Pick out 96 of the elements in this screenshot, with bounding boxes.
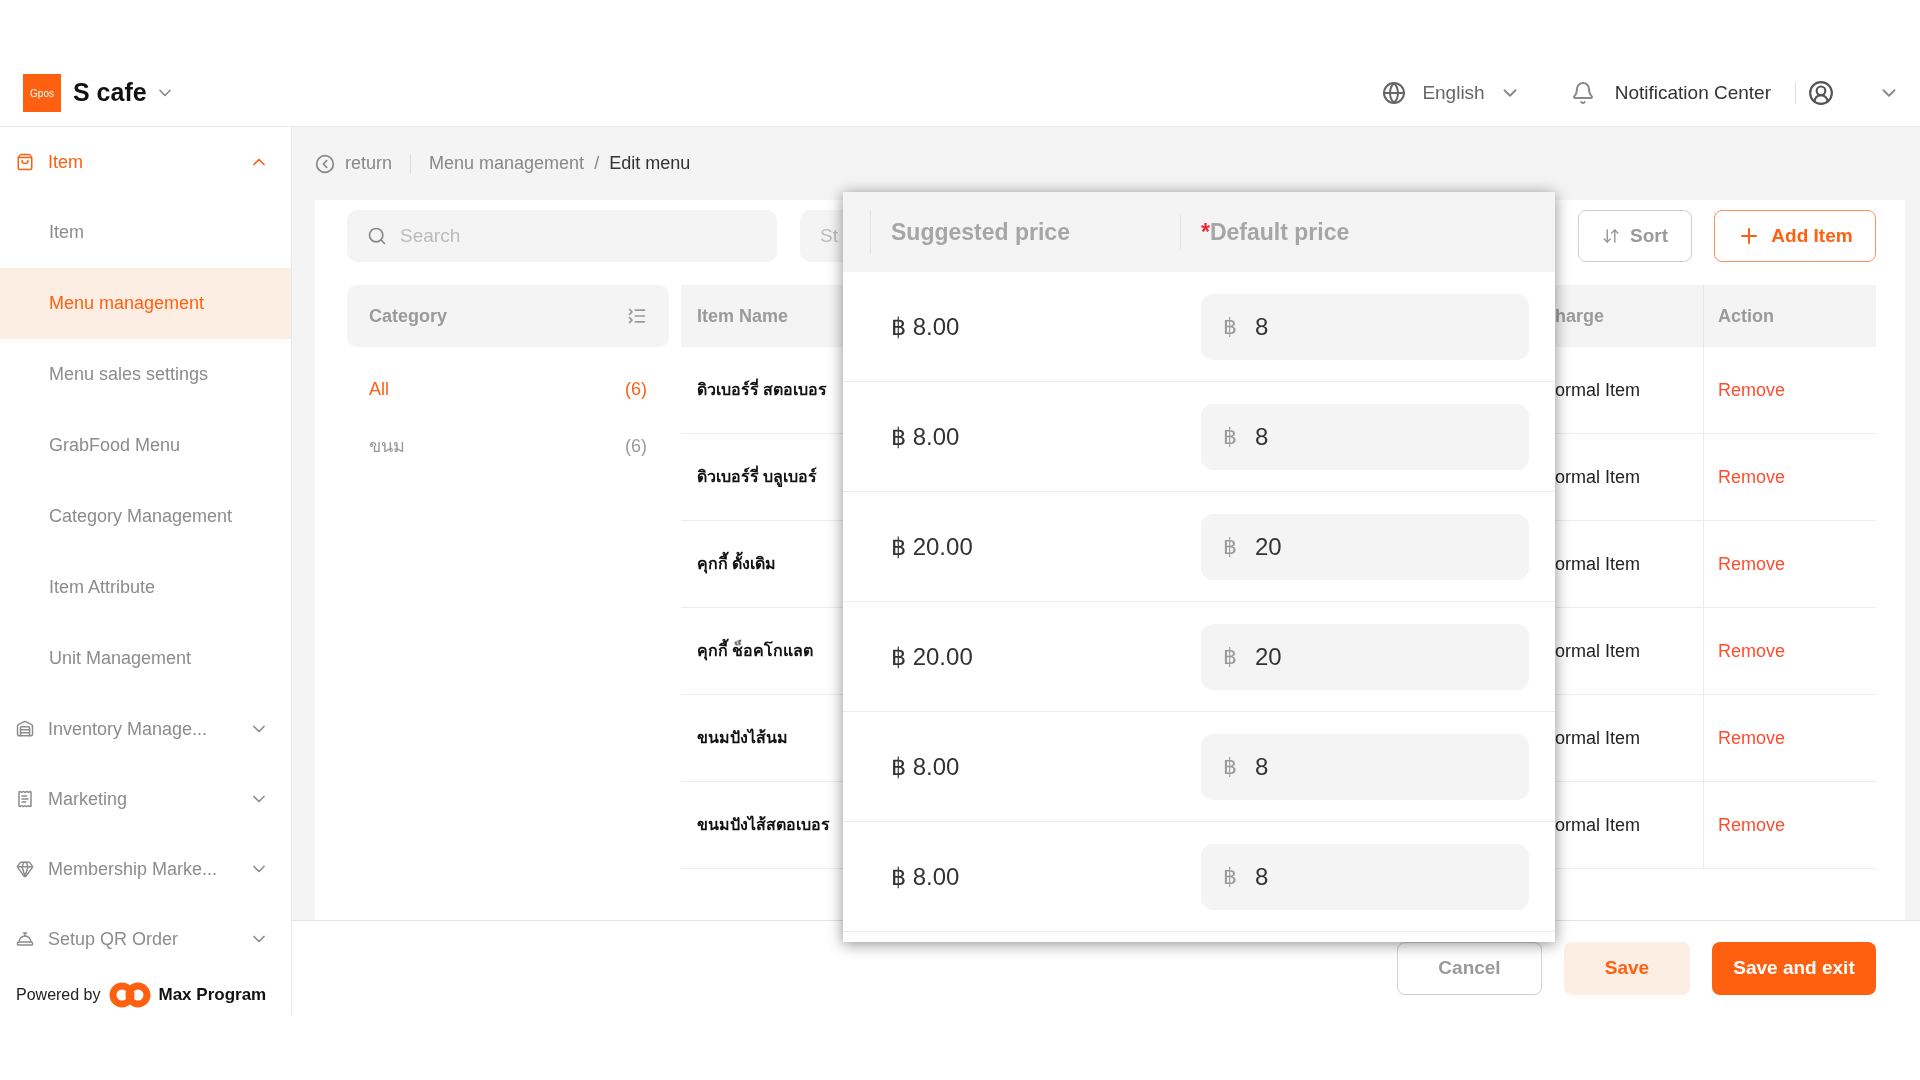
- remove-link[interactable]: Remove: [1718, 811, 1786, 839]
- sidebar-group[interactable]: Inventory Manage...: [0, 694, 291, 764]
- sidebar-group-label: Membership Marke...: [48, 857, 219, 881]
- suggested-price: ฿ 8.00: [890, 421, 961, 452]
- price-value: 20: [1255, 641, 1282, 672]
- sidebar-group[interactable]: Setup QR Order: [0, 904, 291, 974]
- sort-button[interactable]: Sort: [1578, 210, 1692, 262]
- price-value: 8: [1255, 311, 1269, 342]
- bell-icon: [16, 930, 34, 948]
- item-type: ormal Item: [1555, 465, 1642, 489]
- price-input[interactable]: ฿ 8: [1201, 843, 1529, 910]
- sidebar-group-label: Marketing: [48, 787, 129, 811]
- suggested-price: ฿ 20.00: [890, 641, 974, 672]
- sidebar-item[interactable]: Item: [0, 197, 291, 268]
- back-icon[interactable]: [315, 153, 335, 174]
- breadcrumb-item[interactable]: Edit menu: [609, 150, 691, 177]
- sidebar-group-label: Item: [48, 150, 84, 174]
- sidebar-group[interactable]: Membership Marke...: [0, 834, 291, 904]
- item-name: ดิวเบอร์รี่ สตอเบอร: [681, 378, 843, 402]
- sidebar-group[interactable]: Marketing: [0, 764, 291, 834]
- item-type: ormal Item: [1555, 552, 1642, 576]
- price-value: 20: [1255, 531, 1282, 562]
- item-name: ขนมปังไส้นม: [696, 727, 789, 748]
- currency-symbol: ฿: [1223, 423, 1237, 451]
- footer-button[interactable]: Save and exit: [1712, 941, 1876, 995]
- currency-symbol: ฿: [1223, 313, 1237, 341]
- footer-button[interactable]: Cancel: [1397, 941, 1542, 995]
- remove-link[interactable]: Remove: [1718, 376, 1786, 404]
- suggested-price: ฿ 8.00: [890, 311, 961, 342]
- sidebar-item[interactable]: Menu management: [0, 268, 291, 339]
- price-value: 8: [1255, 421, 1269, 452]
- column-header: Action: [1703, 285, 1774, 347]
- price-input[interactable]: ฿ 20: [1201, 513, 1529, 580]
- sidebar-item[interactable]: Menu sales settings: [0, 339, 291, 410]
- gem-icon: [16, 860, 34, 878]
- user-icon[interactable]: [1808, 80, 1834, 106]
- currency-symbol: ฿: [1223, 753, 1237, 781]
- receipt-icon: [16, 790, 34, 808]
- add-item-button[interactable]: Add Item: [1714, 210, 1876, 262]
- category-item[interactable]: ขนม (6): [347, 418, 669, 475]
- column-header: *Default price: [1200, 217, 1350, 247]
- sidebar-item[interactable]: GrabFood Menu: [0, 410, 291, 481]
- currency-symbol: ฿: [1223, 533, 1237, 561]
- breadcrumb-item[interactable]: Menu management: [429, 150, 585, 177]
- sidebar-group[interactable]: Item: [0, 127, 291, 197]
- remove-link[interactable]: Remove: [1718, 724, 1786, 752]
- suggested-price: ฿ 20.00: [890, 531, 974, 562]
- brand-logo: Gpos: [23, 74, 61, 112]
- remove-link[interactable]: Remove: [1718, 463, 1786, 491]
- brand-name: Max Program: [158, 983, 267, 1006]
- search-icon: [367, 226, 387, 246]
- bell-icon[interactable]: [1570, 81, 1595, 105]
- bag-icon: [16, 153, 34, 171]
- globe-icon[interactable]: [1382, 81, 1407, 105]
- breadcrumb-separator: /: [594, 152, 600, 175]
- sort-icon: [1602, 227, 1620, 245]
- price-input[interactable]: ฿ 8: [1201, 293, 1529, 360]
- item-name: ดิวเบอร์รี่ บลูเบอร์: [681, 465, 843, 489]
- suggested-price: ฿ 8.00: [890, 751, 961, 782]
- currency-symbol: ฿: [1223, 643, 1237, 671]
- price-input[interactable]: ฿ 8: [1201, 733, 1529, 800]
- collapse-icon[interactable]: [627, 306, 647, 326]
- column-header: Item Name: [696, 304, 790, 328]
- loop-logo-icon: [108, 980, 151, 1009]
- price-input[interactable]: ฿ 8: [1201, 403, 1529, 470]
- return-link[interactable]: return: [345, 150, 393, 177]
- sidebar-group-label: Setup QR Order: [48, 927, 180, 951]
- item-name: คุกกี้ ช็อคโกแลต: [681, 639, 843, 663]
- sidebar-item[interactable]: Unit Management: [0, 623, 291, 694]
- powered-by-label: Powered by: [16, 984, 101, 1005]
- sidebar-group-label: Inventory Manage...: [48, 717, 209, 741]
- price-value: 8: [1255, 751, 1269, 782]
- column-header: Suggested price: [871, 214, 1181, 250]
- sidebar-item[interactable]: Category Management: [0, 481, 291, 552]
- item-type: ormal Item: [1555, 378, 1642, 402]
- column-header: harge: [1555, 304, 1606, 328]
- search-field[interactable]: Search: [347, 210, 777, 262]
- notification-center[interactable]: Notification Center: [1614, 78, 1771, 108]
- item-type: ormal Item: [1555, 726, 1642, 750]
- item-name: คุกกี้ ดั้งเดิม: [681, 552, 843, 576]
- item-name: ขนมปังไส้สตอเบอร: [696, 814, 831, 835]
- remove-link[interactable]: Remove: [1718, 637, 1786, 665]
- category-item[interactable]: All (6): [347, 361, 669, 418]
- price-input[interactable]: ฿ 20: [1201, 623, 1529, 690]
- item-type: ormal Item: [1555, 639, 1642, 663]
- remove-link[interactable]: Remove: [1718, 550, 1786, 578]
- store-name[interactable]: S cafe: [73, 74, 147, 112]
- building-icon: [16, 720, 34, 738]
- footer-button[interactable]: Save: [1564, 941, 1690, 995]
- language-selector[interactable]: English: [1422, 78, 1485, 108]
- price-value: 8: [1255, 861, 1269, 892]
- sidebar-item[interactable]: Item Attribute: [0, 552, 291, 623]
- item-type: ormal Item: [1555, 813, 1642, 837]
- category-header: Category: [347, 285, 669, 347]
- currency-symbol: ฿: [1223, 863, 1237, 891]
- suggested-price: ฿ 8.00: [890, 861, 961, 892]
